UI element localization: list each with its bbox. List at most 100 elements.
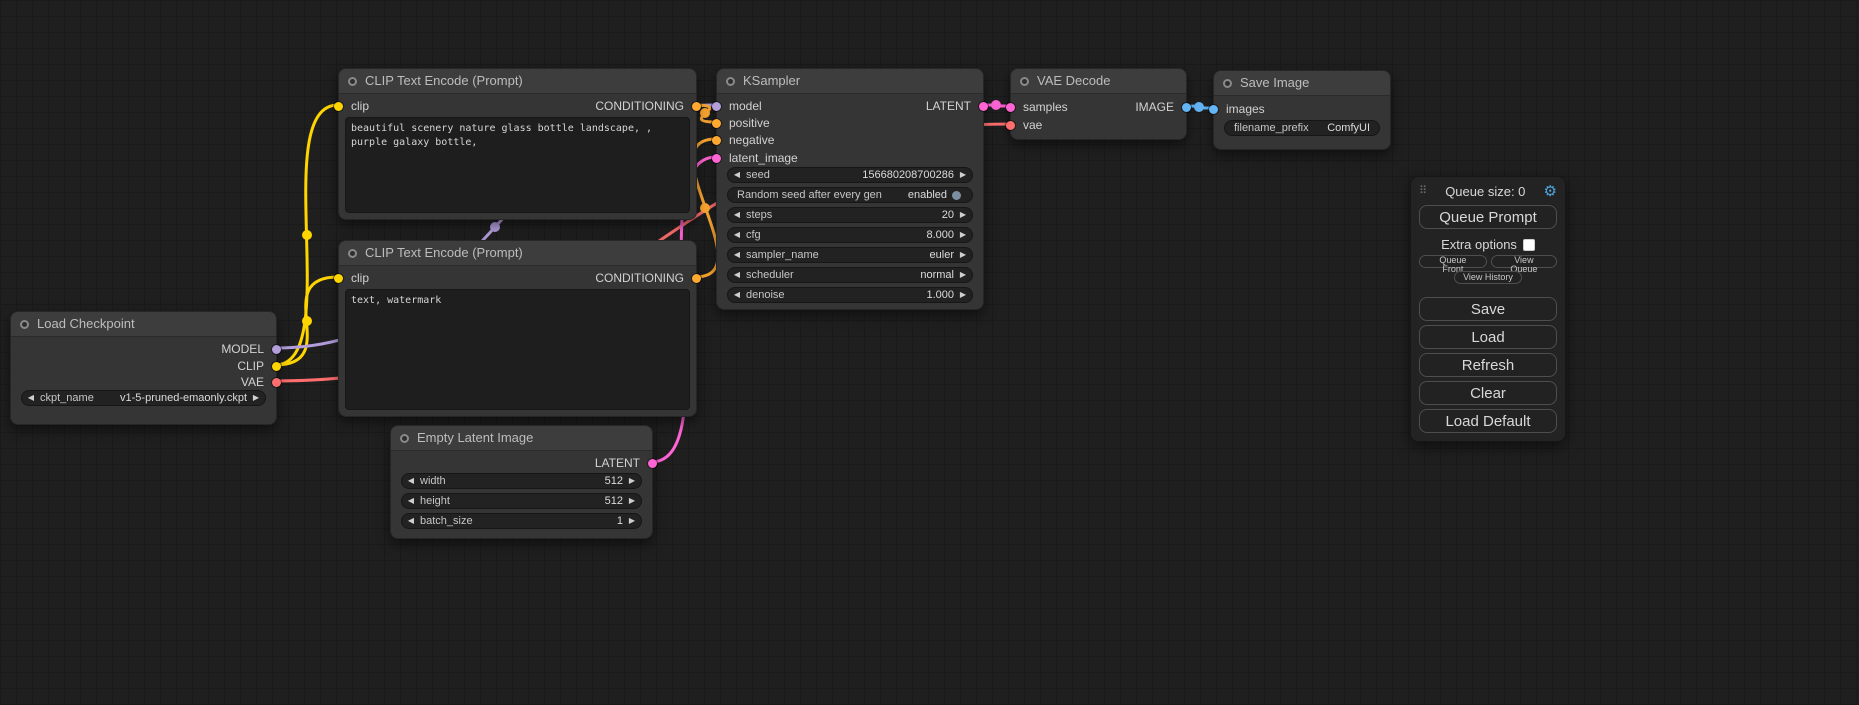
widget-value: ComfyUI: [1327, 122, 1370, 134]
input-slot-samples[interactable]: [1006, 103, 1015, 112]
input-slot-clip[interactable]: [334, 274, 343, 283]
decrement-arrow-icon[interactable]: ◀: [728, 208, 746, 222]
load-button[interactable]: Load: [1419, 325, 1557, 349]
increment-arrow-icon[interactable]: ▶: [954, 228, 972, 242]
link-midpoint-dot: [991, 100, 1001, 110]
decrement-arrow-icon[interactable]: ◀: [728, 268, 746, 282]
increment-arrow-icon[interactable]: ▶: [954, 288, 972, 302]
output-slot-image[interactable]: [1182, 103, 1191, 112]
input-slot-clip[interactable]: [334, 102, 343, 111]
node-title: CLIP Text Encode (Prompt): [339, 241, 696, 266]
load-default-button[interactable]: Load Default: [1419, 409, 1557, 433]
ckpt-name-widget[interactable]: ◀ ckpt_name v1-5-pruned-emaonly.ckpt ▶: [21, 390, 266, 406]
node-vae-decode[interactable]: VAE Decode samples vae IMAGE: [1010, 68, 1187, 140]
clear-button[interactable]: Clear: [1419, 381, 1557, 405]
output-slot-conditioning[interactable]: [692, 102, 701, 111]
increment-arrow-icon[interactable]: ▶: [954, 168, 972, 182]
denoise-widget[interactable]: ◀ denoise 1.000 ▶: [727, 287, 973, 303]
node-title-text: Load Checkpoint: [37, 316, 135, 331]
collapse-dot-icon[interactable]: [1223, 79, 1232, 88]
increment-arrow-icon[interactable]: ▶: [623, 514, 641, 528]
collapse-dot-icon[interactable]: [726, 77, 735, 86]
input-slot-vae[interactable]: [1006, 121, 1015, 130]
node-save-image[interactable]: Save Image images filename_prefix ComfyU…: [1213, 70, 1391, 150]
extra-options-checkbox[interactable]: [1523, 239, 1535, 251]
increment-arrow-icon[interactable]: ▶: [623, 494, 641, 508]
steps-widget[interactable]: ◀ steps 20 ▶: [727, 207, 973, 223]
node-clip-text-encode-negative[interactable]: CLIP Text Encode (Prompt) clip CONDITION…: [338, 240, 697, 417]
random-seed-toggle-widget[interactable]: Random seed after every gen enabled: [727, 187, 973, 203]
decrement-arrow-icon[interactable]: ◀: [402, 494, 420, 508]
settings-gear-icon[interactable]: ⚙: [1544, 184, 1557, 199]
widget-value: 8.000: [926, 229, 954, 241]
queue-size-label: Queue size: 0: [1427, 184, 1543, 199]
node-load-checkpoint[interactable]: Load Checkpoint MODEL CLIP VAE ◀ ckpt_na…: [10, 311, 277, 425]
node-canvas[interactable]: Load Checkpoint MODEL CLIP VAE ◀ ckpt_na…: [0, 0, 1859, 705]
node-clip-text-encode-positive[interactable]: CLIP Text Encode (Prompt) clip CONDITION…: [338, 68, 697, 220]
output-label-conditioning: CONDITIONING: [595, 99, 684, 113]
node-ksampler[interactable]: KSampler model positive negative latent_…: [716, 68, 984, 310]
output-slot-conditioning[interactable]: [692, 274, 701, 283]
decrement-arrow-icon[interactable]: ◀: [728, 248, 746, 262]
decrement-arrow-icon[interactable]: ◀: [402, 474, 420, 488]
input-slot-images[interactable]: [1209, 105, 1218, 114]
increment-arrow-icon[interactable]: ▶: [954, 248, 972, 262]
increment-arrow-icon[interactable]: ▶: [954, 208, 972, 222]
save-button[interactable]: Save: [1419, 297, 1557, 321]
link-midpoint-dot: [490, 222, 500, 232]
widget-value: 20: [942, 209, 954, 221]
widget-name: scheduler: [746, 269, 794, 281]
collapse-dot-icon[interactable]: [20, 320, 29, 329]
input-slot-latent-image[interactable]: [712, 154, 721, 163]
decrement-arrow-icon[interactable]: ◀: [402, 514, 420, 528]
decrement-arrow-icon[interactable]: ◀: [728, 168, 746, 182]
widget-name: ckpt_name: [40, 392, 94, 404]
view-history-button[interactable]: View History: [1454, 271, 1522, 284]
width-widget[interactable]: ◀ width 512 ▶: [401, 473, 642, 489]
view-queue-button[interactable]: View Queue: [1491, 255, 1557, 268]
node-empty-latent-image[interactable]: Empty Latent Image LATENT ◀ width 512 ▶ …: [390, 425, 653, 539]
increment-arrow-icon[interactable]: ▶: [954, 268, 972, 282]
decrement-arrow-icon[interactable]: ◀: [728, 228, 746, 242]
collapse-dot-icon[interactable]: [400, 434, 409, 443]
cfg-widget[interactable]: ◀ cfg 8.000 ▶: [727, 227, 973, 243]
link-midpoint-dot: [302, 230, 312, 240]
collapse-dot-icon[interactable]: [348, 77, 357, 86]
increment-arrow-icon[interactable]: ▶: [247, 391, 265, 405]
collapse-dot-icon[interactable]: [348, 249, 357, 258]
filename-prefix-widget[interactable]: filename_prefix ComfyUI: [1224, 120, 1380, 136]
extra-options-row: Extra options: [1419, 237, 1557, 252]
batch-size-widget[interactable]: ◀ batch_size 1 ▶: [401, 513, 642, 529]
widget-name: Random seed after every gen: [737, 189, 882, 201]
prompt-textarea[interactable]: text, watermark: [345, 289, 690, 410]
input-slot-negative[interactable]: [712, 136, 721, 145]
increment-arrow-icon[interactable]: ▶: [623, 474, 641, 488]
collapse-dot-icon[interactable]: [1020, 77, 1029, 86]
output-slot-latent[interactable]: [648, 459, 657, 468]
toggle-indicator-icon[interactable]: [952, 191, 961, 200]
sampler-name-widget[interactable]: ◀ sampler_name euler ▶: [727, 247, 973, 263]
queue-prompt-button[interactable]: Queue Prompt: [1419, 205, 1557, 229]
output-slot-latent[interactable]: [979, 102, 988, 111]
queue-front-button[interactable]: Queue Front: [1419, 255, 1487, 268]
widget-name: denoise: [746, 289, 785, 301]
height-widget[interactable]: ◀ height 512 ▶: [401, 493, 642, 509]
input-label-latent-image: latent_image: [729, 151, 798, 165]
refresh-button[interactable]: Refresh: [1419, 353, 1557, 377]
scheduler-widget[interactable]: ◀ scheduler normal ▶: [727, 267, 973, 283]
queue-menu-panel[interactable]: ⠿ Queue size: 0 ⚙ Queue Prompt Extra opt…: [1410, 176, 1566, 442]
output-slot-clip[interactable]: [272, 362, 281, 371]
input-label-model: model: [729, 99, 762, 113]
decrement-arrow-icon[interactable]: ◀: [22, 391, 40, 405]
output-slot-vae[interactable]: [272, 378, 281, 387]
input-label-vae: vae: [1023, 118, 1042, 132]
input-slot-model[interactable]: [712, 102, 721, 111]
prompt-textarea[interactable]: beautiful scenery nature glass bottle la…: [345, 117, 690, 213]
input-label-images: images: [1226, 102, 1265, 116]
input-slot-positive[interactable]: [712, 119, 721, 128]
drag-handle-icon[interactable]: ⠿: [1419, 185, 1427, 197]
seed-widget[interactable]: ◀ seed 156680208700286 ▶: [727, 167, 973, 183]
output-slot-model[interactable]: [272, 345, 281, 354]
link-midpoint-dot: [700, 203, 710, 213]
decrement-arrow-icon[interactable]: ◀: [728, 288, 746, 302]
